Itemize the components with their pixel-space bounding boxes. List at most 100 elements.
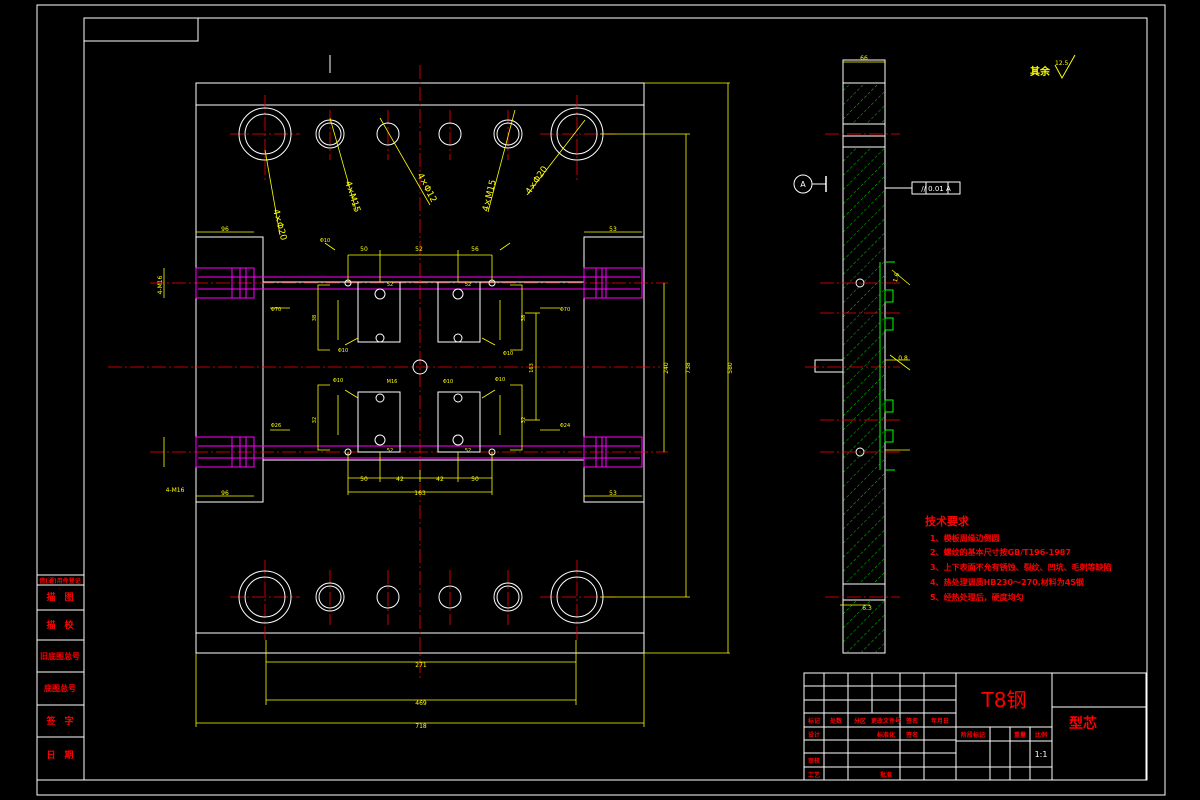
small-label-0: Φ70	[271, 307, 281, 313]
tb-header-0: 标记	[807, 717, 820, 725]
tb-row-0: 设计	[808, 731, 820, 739]
ejector-hole-icon	[453, 333, 463, 343]
small-label-10: Φ10	[338, 348, 348, 354]
small-label-5: Φ10	[503, 351, 513, 357]
small-label-7: Φ10	[333, 378, 343, 384]
hole-labels: 4×Φ20 4×M15 4×Φ12 4×M15 4×Φ20	[270, 164, 550, 241]
small-label-11: 52	[387, 282, 393, 288]
small-dimension-texts: Φ70 Φ70 Φ26 Φ24 Φ10 Φ10 M16 Φ10 Φ10 Φ10 …	[271, 238, 570, 454]
strip-label-6: 日 期	[46, 749, 73, 761]
strip-label-2: 描 校	[46, 619, 74, 631]
small-label-3: Φ24	[560, 423, 570, 429]
small-label-6: M16	[387, 379, 398, 385]
datum-label: A	[800, 180, 806, 189]
ejector-hole-icon	[452, 434, 464, 446]
dim-vertical-1: 738	[685, 362, 692, 374]
material-label: T8钢	[981, 688, 1027, 712]
small-label-19: 163	[529, 363, 535, 373]
hatch-region-top	[843, 83, 885, 124]
tech-req-item-3: 4、热处理调质HB230～270,材料为45钢	[930, 577, 1084, 587]
part-name: 型芯	[1069, 715, 1097, 732]
tolerance-frame: // 0.01 A	[885, 181, 961, 195]
tb-stage-1: 重量	[1014, 731, 1026, 739]
small-label-4: Φ10	[320, 238, 330, 244]
roughness-general: 其余 12.5	[1030, 54, 1076, 80]
strip-label-1: 描 图	[46, 591, 73, 603]
small-label-16: 38	[521, 315, 527, 321]
strip-label-3: 旧底图总号	[40, 651, 80, 661]
dim-vertical-0: 240	[663, 362, 670, 374]
side-width-dim: 66	[860, 55, 868, 62]
small-label-18: 32	[521, 417, 527, 423]
ejector-hole-icon	[375, 333, 385, 343]
tb-stage-0: 阶段标记	[961, 731, 985, 739]
ejector-hole-icon	[453, 393, 463, 403]
roughness-other-label: 其余	[1030, 65, 1051, 78]
small-label-15: 38	[312, 315, 318, 321]
dim-inner-top-2: 56	[471, 246, 479, 253]
dim-inner-bottom-2: 42	[436, 476, 444, 483]
ejector-hole-icon	[374, 434, 386, 446]
small-label-8: Φ10	[443, 379, 453, 385]
roughness-side: 1.6	[892, 272, 901, 283]
tb-row-5: 批准	[880, 771, 892, 779]
tb-stage-2: 比例	[1035, 731, 1047, 739]
tb-row-1: 标准化	[876, 731, 895, 739]
hole-label-1: 4×M15	[342, 180, 362, 214]
small-label-17: 32	[312, 417, 318, 423]
tb-scale: 1:1	[1035, 750, 1048, 759]
hole-label-3: 4×M15	[481, 179, 499, 213]
small-label-1: Φ70	[560, 307, 570, 313]
left-strip-table	[36, 574, 85, 781]
tb-row-2: 签名	[905, 731, 918, 739]
dim-top-left: 96	[221, 226, 229, 233]
dim-inner-top-1: 52	[415, 246, 423, 253]
tolerance-value: // 0.01 A	[921, 185, 951, 193]
tb-row-4: 工艺	[808, 771, 820, 779]
dim-bottom-right: 53	[609, 490, 617, 497]
ejector-hole-icon	[374, 288, 386, 300]
side-port-label-bottom: 4-M16	[166, 487, 185, 494]
tech-req-item-4: 5、经热处理后，硬度均匀	[930, 592, 1024, 602]
dim-inner-top-0: 50	[360, 246, 368, 253]
ejector-hole-icon	[375, 393, 385, 403]
tb-header-5: 年月日	[931, 717, 949, 725]
cad-drawing-canvas: 借(通)用件登记 描 图 描 校 旧底图总号 底图总号 签 字 日 期 4×Φ2…	[36, 4, 1166, 796]
tb-header-1: 处数	[829, 717, 843, 725]
small-label-2: Φ26	[271, 423, 281, 429]
small-label-12: 52	[465, 282, 471, 288]
dim-horizontal-2: 718	[415, 723, 427, 730]
dim-top-right: 53	[609, 226, 617, 233]
small-label-9: Φ10	[495, 377, 505, 383]
tb-header-2: 分区	[854, 717, 866, 725]
left-strip-labels: 借(通)用件登记 描 图 描 校 旧底图总号 底图总号 签 字 日 期	[38, 577, 81, 761]
dim-inner-bottom-3: 50	[471, 476, 479, 483]
hole-label-2: 4×Φ12	[414, 172, 438, 205]
hole-label-0: 4×Φ20	[270, 208, 288, 242]
dim-inner-bottom-total: 163	[414, 490, 426, 497]
tb-row-3: 审核	[808, 757, 820, 765]
tech-req-title: 技术要求	[925, 514, 970, 528]
hole-label-4: 4×Φ20	[524, 164, 550, 196]
strip-label-4: 底图总号	[43, 683, 76, 693]
tech-req-item-2: 3、上下表面不允有锈蚀、裂纹、凹坑、毛刺等缺陷	[930, 562, 1112, 572]
dim-vertical-2: 580	[727, 362, 734, 374]
small-label-13: 52	[387, 448, 393, 454]
datum-marker: A	[793, 174, 827, 194]
dim-horizontal-1: 469	[415, 700, 427, 707]
roughness-other-value: 12.5	[1055, 60, 1069, 67]
title-block-texts: T8钢 型芯 标记 处数 分区 更改文件号 签名 年月日 设计 标准化 签名 审…	[807, 688, 1097, 779]
dim-inner-bottom-1: 42	[396, 476, 404, 483]
dim-bottom-left: 96	[221, 490, 229, 497]
tech-req-item-0: 1、模板周缘边倒圆	[930, 533, 1000, 543]
dim-horizontal-0: 271	[415, 662, 427, 669]
dim-inner-bottom-0: 50	[360, 476, 368, 483]
inner-dimension-lines	[163, 82, 730, 727]
tech-req-item-1: 2、螺纹的基本尺寸按GB/T196-1987	[930, 547, 1071, 557]
roughness-small: 6.3	[862, 605, 872, 612]
ejector-hole-icon	[452, 288, 464, 300]
side-port-label-top: 4-M16	[157, 275, 164, 294]
tb-header-4: 签名	[905, 717, 918, 725]
strip-label-5: 签 字	[45, 715, 73, 727]
hatch-region-main	[843, 147, 885, 584]
